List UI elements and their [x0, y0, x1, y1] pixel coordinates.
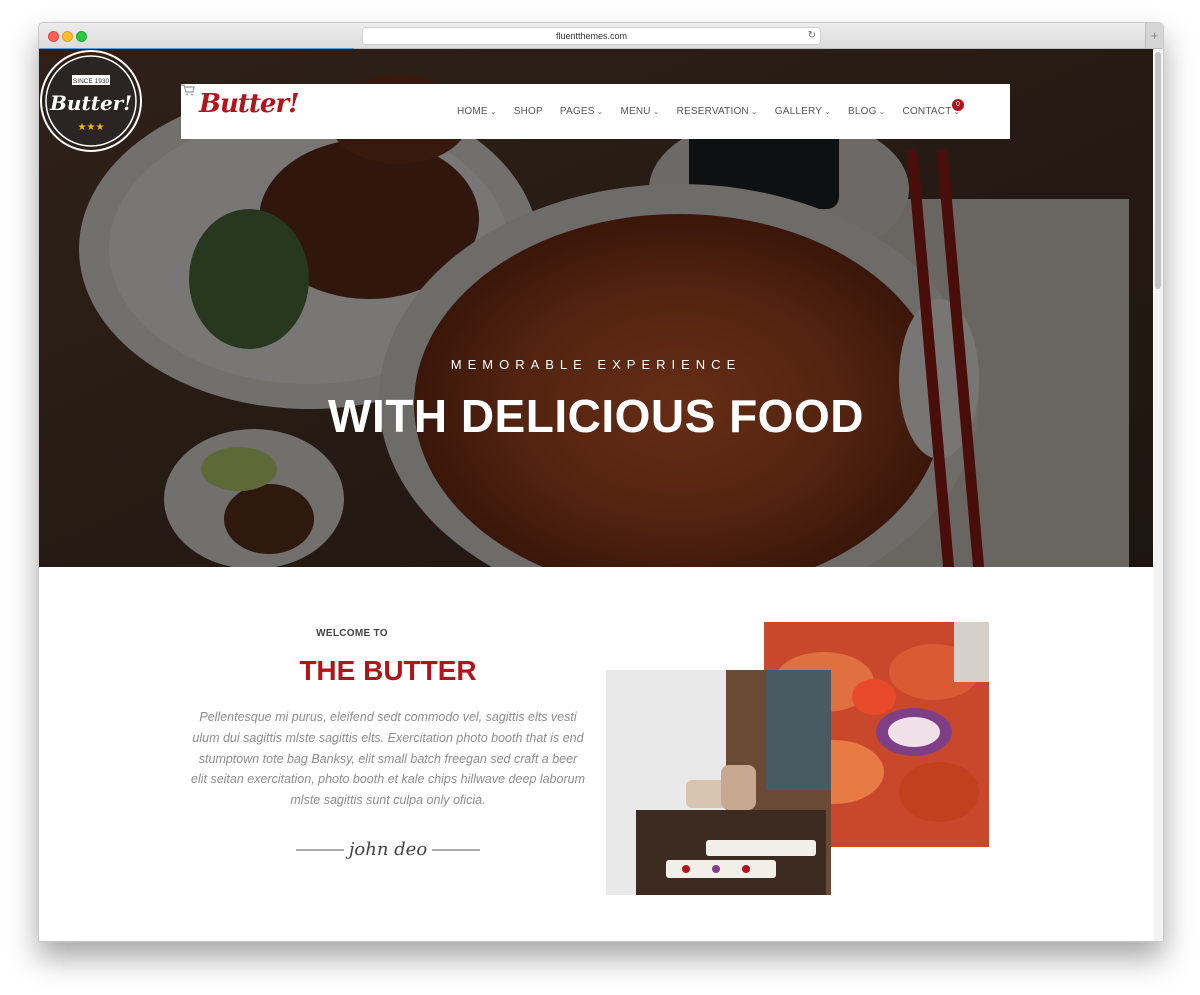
chevron-down-icon: ⌄ [878, 107, 886, 116]
butter-seal-logo: SINCE 1930 Butter! ★★★ [40, 50, 142, 152]
seal-stars: ★★★ [78, 122, 105, 133]
nav-item-pages[interactable]: PAGES ⌄ [560, 106, 604, 117]
browser-titlebar: fluentthemes.com ↻ + [39, 23, 1163, 49]
nav-item-menu[interactable]: MENU ⌄ [620, 106, 659, 117]
nav-item-gallery[interactable]: GALLERY ⌄ [775, 106, 831, 117]
chevron-down-icon: ⌄ [489, 107, 497, 116]
nav-item-shop[interactable]: SHOP [514, 106, 543, 117]
hero-headline: WITH DELICIOUS FOOD [328, 390, 864, 442]
nav-item-reservation[interactable]: RESERVATION ⌄ [677, 106, 758, 117]
welcome-kicker: WELCOME TO [316, 628, 388, 639]
welcome-body-text: Pellentesque mi purus, eleifend sedt com… [191, 710, 585, 808]
site-logo[interactable]: Butter! [199, 89, 300, 119]
nav-item-home[interactable]: HOME ⌄ [457, 106, 497, 117]
hero-banner: Butter! HOME ⌄ SHOP PAGES ⌄ MENU ⌄ RESERVAT… [39, 49, 1153, 567]
main-nav: HOME ⌄ SHOP PAGES ⌄ MENU ⌄ RESERVATION ⌄ GAL… [457, 84, 977, 139]
chef-photo [606, 670, 831, 895]
chevron-down-icon: ⌄ [750, 107, 758, 116]
scrollbar-thumb[interactable] [1155, 52, 1161, 289]
address-bar-url: fluentthemes.com [555, 31, 628, 41]
site-header: Butter! HOME ⌄ SHOP PAGES ⌄ MENU ⌄ RESERVAT… [181, 84, 1010, 139]
hero-tagline: MEMORABLE EXPERIENCE [450, 357, 742, 372]
welcome-title: THE BUTTER [299, 655, 477, 686]
address-bar[interactable]: fluentthemes.com ↻ [362, 27, 821, 45]
cart-count-badge: 0 [952, 99, 964, 111]
signature-text: john deo [348, 839, 428, 860]
signature: john deo [290, 836, 486, 866]
reload-icon[interactable]: ↻ [808, 28, 816, 44]
seal-since-text: SINCE 1930 [73, 78, 110, 85]
chevron-down-icon: ⌄ [652, 107, 660, 116]
nav-item-blog[interactable]: BLOG ⌄ [848, 106, 886, 117]
page-scrollbar[interactable] [1154, 50, 1163, 941]
close-window-button[interactable] [48, 31, 59, 42]
seal-brand-text: Butter! [49, 91, 132, 115]
maximize-window-button[interactable] [76, 31, 87, 42]
cart-icon[interactable] [181, 84, 195, 96]
chevron-down-icon: ⌄ [596, 107, 604, 116]
chevron-down-icon: ⌄ [824, 107, 832, 116]
plus-icon[interactable]: + [1145, 23, 1163, 48]
minimize-window-button[interactable] [62, 31, 73, 42]
